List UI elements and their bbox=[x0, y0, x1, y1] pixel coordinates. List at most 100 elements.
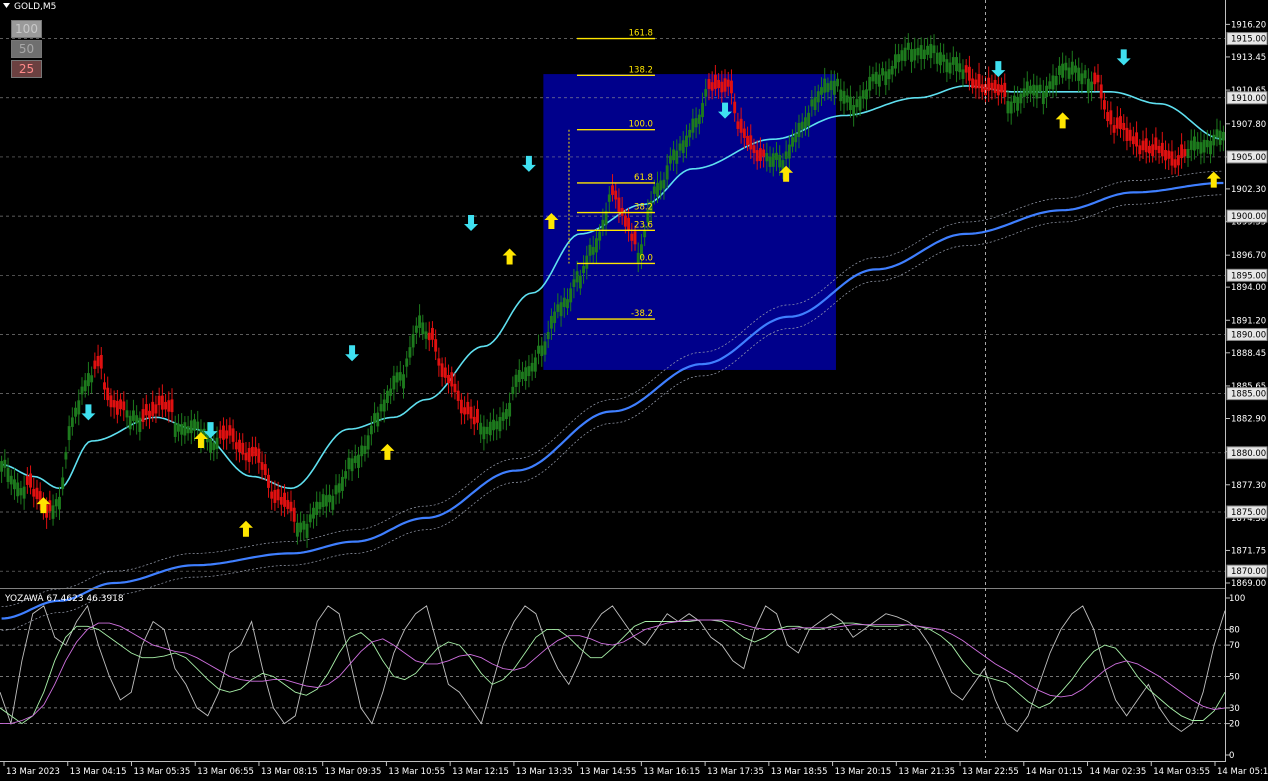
price-bar-body bbox=[61, 477, 65, 490]
price-bar-body bbox=[791, 137, 794, 147]
price-bar-body bbox=[25, 475, 29, 485]
price-bar-body bbox=[193, 419, 196, 431]
price-bar-body bbox=[598, 231, 602, 241]
price-bar-body bbox=[881, 68, 885, 76]
price-bar-body bbox=[1109, 110, 1113, 125]
price-bar-body bbox=[1125, 127, 1129, 141]
price-bar-body bbox=[826, 83, 830, 93]
price-bar-body bbox=[112, 400, 116, 408]
price-bar-body bbox=[591, 246, 595, 255]
price-bar-body bbox=[697, 114, 701, 124]
price-bar-body bbox=[337, 483, 341, 493]
price-bar-body bbox=[742, 128, 746, 138]
price-bar-body bbox=[543, 341, 547, 355]
price-bar-body bbox=[704, 89, 708, 97]
price-bar-body bbox=[832, 80, 836, 95]
price-axis-label: 1916.20 bbox=[1231, 20, 1266, 30]
price-bar-body bbox=[308, 514, 312, 523]
price-bar-body bbox=[324, 495, 328, 507]
time-axis-label: 14 Mar 01:15 bbox=[1026, 767, 1083, 777]
price-bar-body bbox=[86, 373, 90, 387]
indicator-label: YOZAWA 67.4623 46.3918 bbox=[4, 594, 124, 604]
price-bar-body bbox=[951, 57, 955, 65]
price-bar-body bbox=[1016, 96, 1020, 111]
price-bar-body bbox=[54, 499, 58, 507]
price-bar-body bbox=[427, 332, 431, 341]
price-bar-body bbox=[588, 244, 592, 256]
price-bar-body bbox=[1032, 84, 1036, 96]
price-bar-body bbox=[701, 103, 704, 118]
price-bar-body bbox=[212, 442, 216, 451]
price-bar-body bbox=[1029, 85, 1032, 94]
price-bar-body bbox=[247, 448, 251, 462]
price-bar-body bbox=[916, 47, 920, 56]
price-level-badge-label: 1885.00 bbox=[1231, 390, 1266, 400]
price-bar-body bbox=[1038, 84, 1042, 92]
price-bar-body bbox=[549, 315, 553, 329]
price-bar-body bbox=[861, 90, 865, 99]
price-bar-body bbox=[1061, 63, 1065, 78]
symbol-label: GOLD,M5 bbox=[14, 2, 56, 12]
timeframe-button-25[interactable]: 25 bbox=[11, 60, 42, 78]
timeframe-button-50[interactable]: 50 bbox=[11, 40, 42, 58]
price-bar-body bbox=[93, 360, 97, 369]
indicator-axis-label: 0 bbox=[1229, 751, 1234, 761]
price-bar-body bbox=[176, 423, 180, 432]
price-bar-body bbox=[492, 419, 495, 431]
timeframe-button-100[interactable]: 100 bbox=[11, 20, 42, 38]
price-bar-body bbox=[511, 386, 515, 395]
price-bar-body bbox=[295, 522, 299, 537]
price-bar-body bbox=[1074, 65, 1077, 73]
price-bar-body bbox=[260, 462, 264, 470]
price-bar-body bbox=[1218, 130, 1222, 145]
price-bar-body bbox=[1057, 65, 1061, 75]
price-bar-body bbox=[553, 311, 557, 324]
time-axis-label: 13 Mar 05:35 bbox=[133, 767, 190, 777]
price-bar-body bbox=[617, 197, 621, 212]
price-bar-body bbox=[1022, 88, 1026, 98]
price-bar-body bbox=[813, 97, 817, 111]
price-bar-body bbox=[160, 395, 164, 410]
price-bar-body bbox=[569, 288, 573, 303]
price-bar-body bbox=[601, 219, 605, 230]
price-bar-body bbox=[270, 491, 274, 499]
price-bar-body bbox=[678, 143, 682, 151]
price-bar-body bbox=[1048, 81, 1052, 89]
time-axis-label: 13 Mar 2023 bbox=[6, 767, 60, 777]
time-axis-label: 13 Mar 08:15 bbox=[261, 767, 318, 777]
price-bar-body bbox=[1170, 151, 1174, 166]
price-bar-body bbox=[1189, 140, 1193, 150]
price-bar-body bbox=[459, 399, 463, 414]
price-bar-body bbox=[922, 49, 926, 60]
fibonacci-zone-box[interactable] bbox=[543, 74, 836, 370]
price-bar-body bbox=[488, 421, 492, 436]
price-bar-body bbox=[691, 118, 695, 133]
price-bar-body bbox=[106, 387, 110, 401]
price-bar-body bbox=[32, 488, 36, 497]
price-bar-body bbox=[312, 507, 315, 519]
price-bar-body bbox=[913, 48, 917, 61]
price-bar-body bbox=[482, 426, 486, 440]
price-axis-label: 1902.30 bbox=[1231, 185, 1266, 195]
price-bar-body bbox=[1083, 70, 1087, 79]
price-bar-body bbox=[1196, 141, 1200, 150]
price-bar-body bbox=[1090, 81, 1094, 91]
price-bar-body bbox=[472, 416, 476, 425]
price-bar-body bbox=[9, 475, 13, 485]
price-bar-body bbox=[183, 422, 187, 436]
price-bar-body bbox=[575, 271, 579, 283]
price-bar-body bbox=[517, 369, 521, 383]
chart-window[interactable]: 161.8 138.2 100.0 61.8 38.2 23.6 0.0 -38.2 1916… bbox=[0, 0, 1268, 781]
price-bar-body bbox=[1176, 155, 1180, 166]
price-bar-body bbox=[209, 438, 213, 453]
price-bar-body bbox=[707, 79, 711, 89]
price-level-badge-label: 1915.00 bbox=[1231, 35, 1266, 45]
price-bar-body bbox=[675, 150, 679, 164]
price-bar-body bbox=[1077, 67, 1081, 81]
price-bar-body bbox=[971, 78, 975, 89]
price-bar-body bbox=[932, 45, 936, 54]
price-bar-body bbox=[1003, 82, 1007, 97]
price-bar-body bbox=[739, 118, 743, 133]
price-bar-body bbox=[6, 467, 10, 482]
price-level-badge-label: 1880.00 bbox=[1231, 449, 1266, 459]
